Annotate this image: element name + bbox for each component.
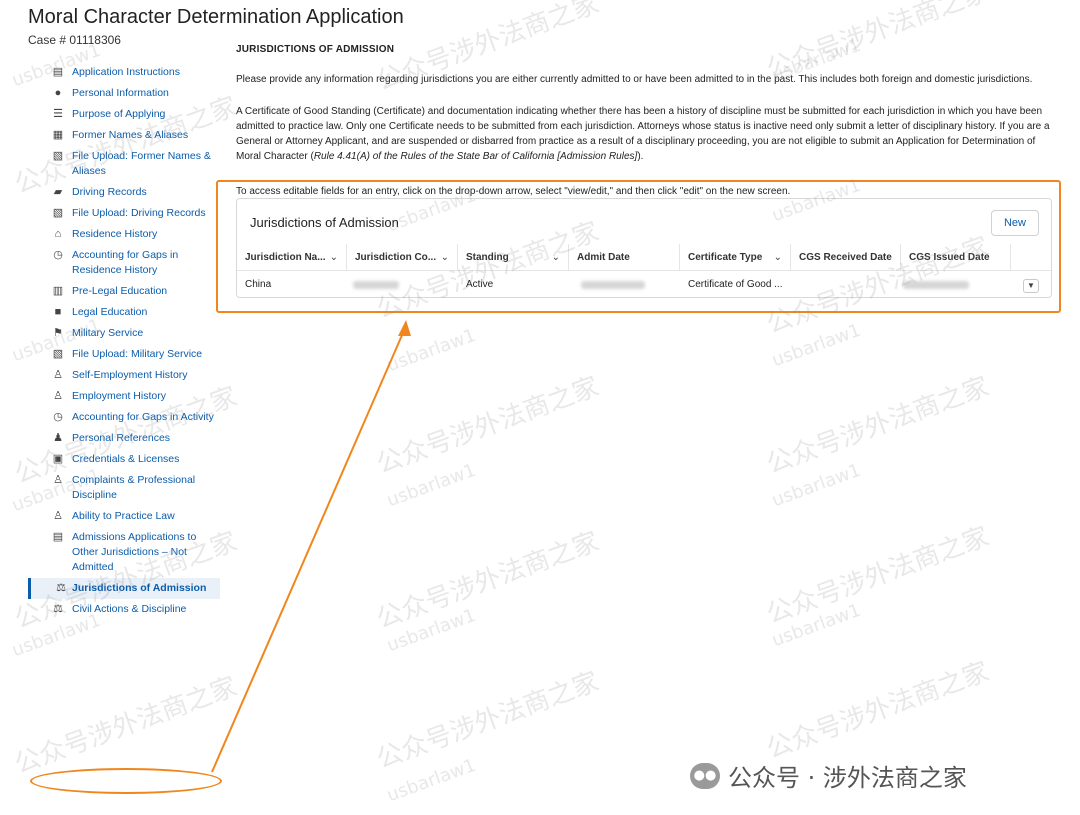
footer-watermark: ●● 公众号 · 涉外法商之家: [690, 758, 967, 793]
watermark-text: 公众号涉外法商之家: [372, 526, 603, 635]
sidebar-item-gaps-residence[interactable]: ◷ Accounting for Gaps in Residence Histor…: [28, 245, 220, 281]
sidebar-item-legal-education[interactable]: ■ Legal Education: [28, 302, 220, 323]
watermark-text: 公众号涉外法商之家: [372, 666, 603, 775]
sidebar-item-label: Application Instructions: [72, 66, 180, 78]
person-warning-icon: ♙: [53, 509, 63, 522]
sidebar-item-label: File Upload: Military Service: [72, 348, 203, 360]
clock-icon: ◷: [53, 248, 63, 261]
rule-citation: Rule 4.41(A) of the Rules of the State B…: [313, 151, 638, 162]
page-title: Moral Character Determination Applicatio…: [28, 6, 404, 28]
watermark-text: 公众号涉外法商之家: [762, 656, 993, 765]
sidebar-item-ability-to-practice[interactable]: ♙ Ability to Practice Law: [28, 506, 220, 527]
wechat-icon: ●●: [690, 762, 720, 789]
certificate-instructions: A Certificate of Good Standing (Certific…: [236, 104, 1051, 164]
document-icon: ▤: [52, 530, 64, 543]
worker-icon: ♙: [53, 368, 63, 381]
person-icon: ●: [54, 86, 62, 99]
sidebar-item-label: Legal Education: [72, 306, 148, 318]
sidebar-item-label: File Upload: Driving Records: [72, 207, 206, 219]
books-icon: ▥: [52, 284, 64, 297]
checklist-icon: ☰: [53, 107, 63, 120]
id-card-icon: ▦: [52, 128, 64, 141]
footer-watermark-text: 公众号 · 涉外法商之家: [728, 764, 967, 792]
clock-icon: ◷: [53, 410, 63, 423]
file-icon: ▧: [52, 206, 64, 219]
sidebar-item-label: Accounting for Gaps in Residence History: [72, 249, 179, 276]
sidebar-item-label: Driving Records: [72, 186, 147, 198]
highlight-oval: [30, 768, 222, 794]
watermark-text: usbarlaw1: [384, 324, 479, 377]
sidebar-item-file-upload-driving-records[interactable]: ▧ File Upload: Driving Records: [28, 203, 220, 224]
page: { "header": { "title": "Moral Character …: [0, 0, 1080, 815]
sidebar-item-label: Ability to Practice Law: [72, 510, 175, 522]
briefcase-icon: ■: [54, 305, 62, 318]
home-icon: ⌂: [54, 227, 62, 240]
sidebar-item-label: Self-Employment History: [72, 369, 188, 381]
watermark-text: 公众号涉外法商之家: [762, 371, 993, 480]
case-number: Case # 01118306: [28, 33, 121, 47]
intro-text: Please provide any information regarding…: [236, 74, 1033, 85]
watermark-text: 公众号涉外法商之家: [10, 671, 241, 780]
sidebar-item-label: Employment History: [72, 390, 166, 402]
certificate-instructions-end: ).: [637, 151, 644, 162]
sidebar-item-label: Personal Information: [72, 87, 169, 99]
main-content: JURISDICTIONS OF ADMISSION Please provid…: [236, 44, 1051, 164]
sidebar-item-label: Residence History: [72, 228, 158, 240]
worker-icon: ♙: [53, 389, 63, 402]
watermark-text: 公众号涉外法商之家: [762, 521, 993, 630]
sidebar-item-residence-history[interactable]: ⌂ Residence History: [28, 224, 220, 245]
section-title: JURISDICTIONS OF ADMISSION: [236, 44, 395, 55]
sidebar-item-label: Pre-Legal Education: [72, 285, 168, 297]
watermark-text: 公众号涉外法商之家: [372, 371, 603, 480]
sidebar-item-pre-legal-education[interactable]: ▥ Pre-Legal Education: [28, 281, 220, 302]
sidebar-item-self-employment[interactable]: ♙ Self-Employment History: [28, 365, 220, 386]
